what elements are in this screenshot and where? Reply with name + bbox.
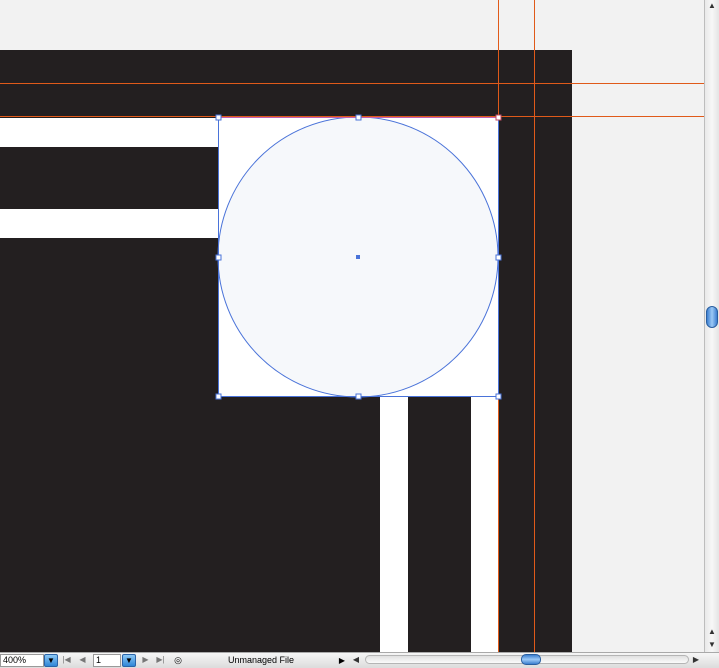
document-canvas[interactable] [0,0,704,652]
zoom-dropdown-button[interactable]: ▼ [44,654,58,667]
first-page-icon[interactable]: |◀ [61,654,72,667]
scroll-left-arrow-icon[interactable]: ◀ [350,653,362,667]
scroll-down-arrow-icon[interactable]: ▼ [705,639,719,651]
handle-top-right[interactable] [495,114,502,121]
horizontal-scroll-thumb[interactable] [521,654,541,665]
vertical-scroll-thumb[interactable] [706,306,718,328]
zoom-input[interactable]: 400% [0,654,44,667]
chevron-down-icon: ▼ [125,656,133,665]
scroll-right-arrow-icon[interactable]: ▶ [690,653,702,667]
triangle-right-icon[interactable]: ▶ [336,654,348,667]
status-bar: 400% ▼ |◀ ◀ 1 ▼ ▶ ▶| ◎ Unmanaged File ▶ … [0,652,719,668]
handle-bottom-left[interactable] [215,393,222,400]
handle-middle-right[interactable] [495,254,502,261]
artwork[interactable] [0,0,704,652]
file-status-text: Unmanaged File [227,655,295,665]
vertical-scrollbar[interactable]: ▲ ▲ ▼ [704,0,719,652]
horizontal-stripe-bottom[interactable] [0,209,218,238]
chevron-down-icon: ▼ [47,656,55,665]
next-page-icon[interactable]: ▶ [140,654,151,667]
handle-top-middle[interactable] [355,114,362,121]
handle-bottom-right[interactable] [495,393,502,400]
horizontal-stripe-top[interactable] [0,118,218,147]
center-point[interactable] [356,255,360,259]
previous-page-icon[interactable]: ◀ [77,654,88,667]
last-page-icon[interactable]: ▶| [155,654,166,667]
handle-top-left[interactable] [215,114,222,121]
page-number-input[interactable]: 1 [93,654,121,667]
page-dropdown-button[interactable]: ▼ [122,654,136,667]
scroll-up-arrow-icon-bottom[interactable]: ▲ [705,626,719,638]
preflight-icon[interactable]: ◎ [172,654,184,667]
handle-middle-left[interactable] [215,254,222,261]
scroll-up-arrow-icon[interactable]: ▲ [705,0,719,12]
vertical-stripe-right[interactable] [471,397,498,652]
handle-bottom-middle[interactable] [355,393,362,400]
horizontal-scrollbar[interactable]: ◀ ▶ [350,653,704,667]
vertical-stripe-left[interactable] [380,397,408,652]
